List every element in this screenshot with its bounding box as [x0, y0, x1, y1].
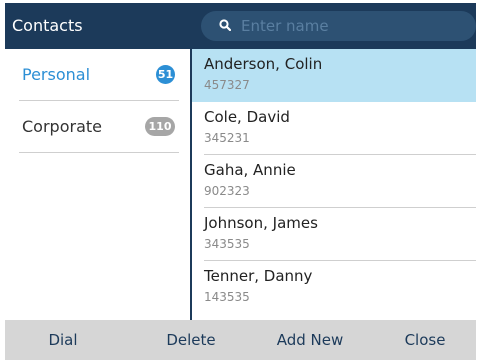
contact-list: Anderson, Colin 457327 Cole, David 34523… — [192, 49, 476, 320]
contact-name: Anderson, Colin — [204, 55, 323, 73]
page-title: Contacts — [12, 16, 83, 35]
add-new-button[interactable]: Add New — [260, 320, 360, 360]
contact-number: 457327 — [204, 78, 250, 92]
contact-name: Tenner, Danny — [204, 267, 313, 285]
contact-number: 902323 — [204, 184, 250, 198]
sidebar-item-label: Personal — [22, 65, 91, 84]
search-icon — [219, 19, 231, 31]
list-item[interactable]: Gaha, Annie 902323 — [192, 155, 476, 208]
close-button[interactable]: Close — [385, 320, 465, 360]
count-badge: 51 — [156, 65, 175, 84]
contact-name: Johnson, James — [204, 214, 318, 232]
list-item[interactable]: Tenner, Danny 143535 — [192, 261, 476, 314]
list-item[interactable]: Anderson, Colin 457327 — [192, 49, 476, 102]
search-box[interactable] — [201, 11, 476, 41]
count-badge: 110 — [145, 117, 175, 136]
contact-number: 343535 — [204, 237, 250, 251]
contact-groups-sidebar: Personal 51 Corporate 110 — [5, 49, 190, 320]
contact-name: Gaha, Annie — [204, 161, 296, 179]
contacts-screen: Contacts Personal 51 Corporate 110 Ander… — [5, 3, 476, 360]
contact-number: 345231 — [204, 131, 250, 145]
softkey-bar: Dial Delete Add New Close — [5, 320, 476, 360]
dial-button[interactable]: Dial — [23, 320, 103, 360]
header-bar: Contacts — [5, 3, 476, 49]
list-item[interactable]: Johnson, James 343535 — [192, 208, 476, 261]
list-item[interactable]: Cole, David 345231 — [192, 102, 476, 155]
contact-name: Cole, David — [204, 108, 290, 126]
sidebar-item-corporate[interactable]: Corporate 110 — [19, 101, 179, 153]
sidebar-item-personal[interactable]: Personal 51 — [19, 49, 179, 101]
delete-button[interactable]: Delete — [141, 320, 241, 360]
sidebar-item-label: Corporate — [22, 117, 102, 136]
contact-number: 143535 — [204, 290, 250, 304]
search-input[interactable] — [241, 11, 461, 41]
